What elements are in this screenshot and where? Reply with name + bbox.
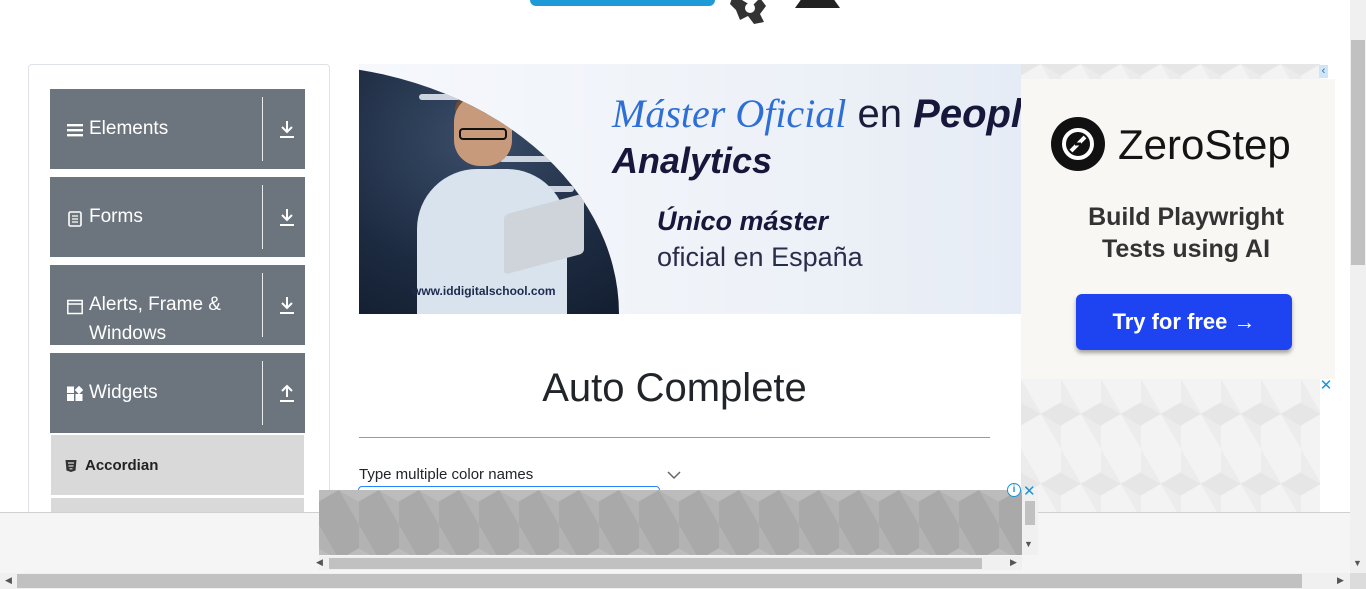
chevron-down-icon[interactable] [666,470,682,480]
window-icon [67,299,83,315]
widgets-icon [67,386,83,401]
ad-scroll-thumb[interactable] [1025,501,1035,525]
bottom-ad[interactable] [319,490,1022,555]
divider [262,97,263,161]
html5-icon [65,460,77,472]
banner-ad[interactable]: www.iddigitalschool.com Máster Oficial e… [359,64,1021,314]
ad-headline: Máster Oficial en People [612,90,1021,137]
scroll-left-arrow-icon[interactable]: ◀ [5,575,12,586]
gear-icon [730,0,766,24]
ad-headline-italic: Máster Oficial [612,91,847,136]
page-title: Auto Complete [542,366,807,410]
ad-headline-mid: en [846,92,914,136]
ad-tag-regular: oficial en España [657,242,863,272]
divider [262,185,263,249]
ad-headline-bold: People [913,92,1021,136]
scroll-down-arrow-icon[interactable]: ▼ [1024,539,1033,549]
group-label: Widgets [89,382,158,403]
site-logo[interactable] [525,0,845,30]
group-label: Alerts, Frame & [89,294,221,315]
scroll-down-arrow-icon[interactable]: ▼ [1353,558,1362,568]
logo-text-fragment [530,0,715,6]
close-icon[interactable]: ✕ [1023,482,1036,500]
ad-tag-bold: Único máster [657,206,829,236]
logo-triangle-icon [795,0,840,8]
group-widgets[interactable]: Widgets [50,353,305,433]
ad-headline-line2: Analytics [612,140,773,181]
try-for-free-button[interactable]: Try for free → [1076,294,1292,350]
sidebar-item-label: Accordian [85,457,159,474]
group-forms[interactable]: Forms [50,177,305,257]
divider [262,361,263,425]
hamburger-icon [67,124,83,137]
close-icon[interactable]: ✕ [1318,378,1334,394]
ad-photo [359,64,619,314]
download-arrow-icon[interactable] [278,295,296,315]
ceiling-light [499,156,569,162]
ad-url: www.iddigitalschool.com [412,284,556,298]
download-arrow-icon[interactable] [278,207,296,227]
left-panel: Elements Forms Alerts, Frame & Windows W… [28,64,330,536]
ad-brand: ZeroStep [1118,121,1291,168]
upload-arrow-icon[interactable] [278,383,296,403]
page-hscroll-thumb[interactable] [17,574,1302,588]
ad-tagline: Build Playwright Tests using AI [1088,203,1284,263]
ad-choices-icon[interactable]: ‹ [1319,65,1328,78]
scroll-left-arrow-icon[interactable]: ◀ [316,557,323,568]
page-scroll-thumb[interactable] [1351,40,1365,265]
sidebar-item-accordian[interactable]: Accordian [51,435,304,495]
ad-hscroll-thumb[interactable] [329,558,982,569]
document-icon [68,211,82,227]
scrollbar-corner [1350,573,1366,589]
person-glasses [459,128,507,140]
zerostep-logo-icon [1051,117,1105,171]
scroll-right-arrow-icon[interactable]: ▶ [1337,575,1344,586]
download-arrow-icon[interactable] [278,119,296,139]
group-label: Forms [89,206,143,227]
scroll-right-arrow-icon[interactable]: ▶ [1010,557,1017,568]
autocomplete-label: Type multiple color names [359,466,534,483]
title-divider [359,437,990,438]
group-elements[interactable]: Elements [50,89,305,169]
ad-info-icon[interactable]: i [1007,483,1021,497]
right-ad[interactable]: ZeroStep Build Playwright Tests using AI… [1021,79,1335,379]
group-label: Elements [89,118,169,139]
group-label-line2: Windows [89,323,167,344]
group-alerts-frame-windows[interactable]: Alerts, Frame & Windows [50,265,305,345]
divider [262,273,263,337]
